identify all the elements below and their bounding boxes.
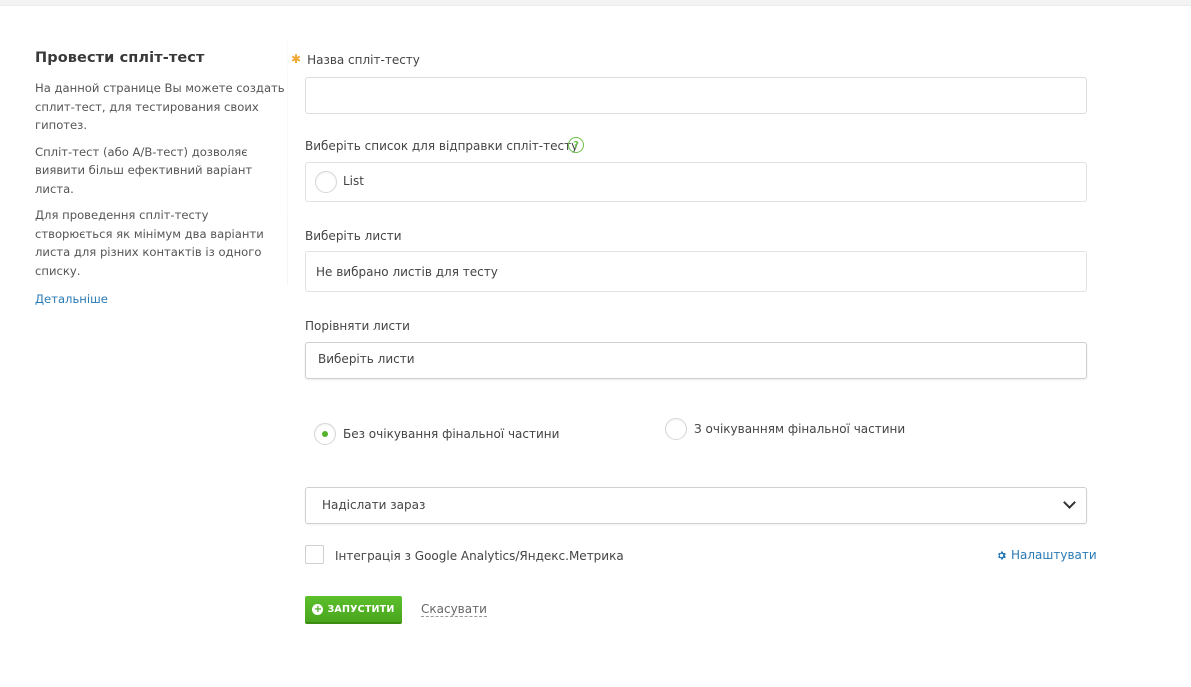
required-marker: ✱ <box>291 52 302 66</box>
list-selector: List <box>305 162 1087 202</box>
top-bar <box>0 0 1191 6</box>
letters-box[interactable]: Не вибрано листів для тесту <box>305 251 1087 292</box>
radio-with-final-label: З очікуванням фінальної частини <box>694 422 906 436</box>
radio-without-final[interactable] <box>314 423 336 445</box>
cancel-link[interactable]: Скасувати <box>421 602 487 617</box>
list-option-label: List <box>343 174 364 188</box>
list-label: Виберіть список для відправки спліт-тест… <box>305 139 579 153</box>
analytics-checkbox[interactable] <box>305 545 324 564</box>
compare-value: Виберіть листи <box>318 352 415 366</box>
name-label: ✱ Назва спліт-тесту <box>291 52 420 67</box>
gear-icon <box>998 550 1006 560</box>
sidebar: Провести спліт-тест На данной странице В… <box>35 50 285 307</box>
radio-without-final-label: Без очікування фінальної частини <box>343 427 560 441</box>
letters-value: Не вибрано листів для тесту <box>316 265 498 279</box>
compare-letters-input[interactable]: Виберіть листи <box>305 342 1087 379</box>
plus-circle-icon: + <box>312 603 324 615</box>
analytics-label: Інтеграція з Google Analytics/Яндекс.Мет… <box>335 549 624 563</box>
details-link[interactable]: Детальніше <box>35 292 108 306</box>
run-button[interactable]: + ЗАПУСТИТИ <box>305 596 402 624</box>
settings-link[interactable]: Налаштувати <box>996 548 1097 562</box>
chevron-down-icon <box>1063 496 1076 509</box>
help-icon[interactable]: ? <box>568 137 584 153</box>
page-title: Провести спліт-тест <box>35 50 205 66</box>
sidebar-paragraph: На данной странице Вы можете создать спл… <box>35 81 285 132</box>
sidebar-divider <box>287 40 288 285</box>
list-radio[interactable] <box>315 171 337 193</box>
compare-label: Порівняти листи <box>305 319 410 333</box>
split-test-name-input[interactable] <box>305 77 1087 114</box>
sidebar-paragraph: Для проведення спліт-тесту створюється я… <box>35 208 264 278</box>
sidebar-paragraph: Спліт-тест (або A/B-тест) дозволяє вияви… <box>35 144 253 196</box>
radio-with-final[interactable] <box>665 418 687 440</box>
letters-label: Виберіть листи <box>305 229 402 243</box>
send-time-value: Надіслати зараз <box>322 498 426 512</box>
send-time-select[interactable]: Надіслати зараз <box>305 487 1087 524</box>
